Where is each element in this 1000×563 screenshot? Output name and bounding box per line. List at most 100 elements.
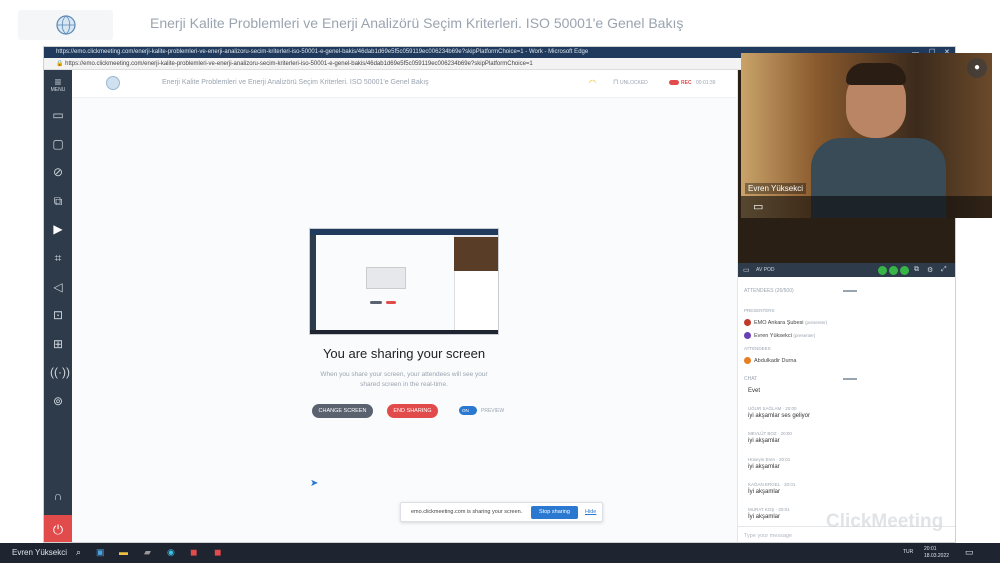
hide-link[interactable]: Hide [585,509,596,515]
monitor-icon[interactable]: ▢ [50,136,66,152]
share-notification-text: emo.clickmeeting.com is sharing your scr… [411,509,523,515]
keyboard-language[interactable]: TUR [903,549,913,555]
gear-icon[interactable]: ⚙ [927,266,933,274]
task-view-icon[interactable]: ▣ [96,547,105,558]
list-item[interactable]: EMO Ankara Şubesi (presenter) [744,319,827,326]
lock-status-label: UNLOCKED [620,80,648,86]
avatar [744,319,751,326]
chat-meta: MURAT KOŞ · 20:01 [748,507,790,512]
globe-icon [55,15,76,35]
presenters-label: PRESENTERS [744,308,775,313]
menu-label: MENU [50,87,66,93]
search-icon[interactable]: ⌕ [76,547,81,558]
webcam-name-label: Evren Yüksekci [745,183,806,194]
camera-icon[interactable]: ▭ [50,107,66,123]
list-item[interactable]: Evren Yüksekci (presenter) [744,332,815,339]
preview-toggle[interactable]: ON [459,406,477,415]
layout-icon[interactable]: ⧉ [914,266,919,274]
leave-power-icon[interactable]: ⏻ [44,515,72,542]
outer-page-title: Enerji Kalite Problemleri ve Enerji Anal… [150,15,684,31]
taskbar-clock[interactable]: 20:01 18.03.2022 [924,546,949,560]
left-toolbar: ≡ MENU ▭ ▢ ⊘ ⧉ ▶ ⌗ ◁ ⊡ ⊞ ((·)) ⊚ ∩ ⏻ [44,70,72,542]
headset-icon[interactable]: ∩ [50,488,66,504]
video-icon: ▭ [743,267,750,274]
collapse-handle[interactable] [843,290,857,292]
screen-share-icon[interactable]: ⧉ [50,193,66,209]
app-header: Enerji Kalite Problemleri ve Enerji Anal… [72,70,737,98]
edge-icon[interactable]: ◉ [167,547,175,558]
megaphone-icon[interactable]: ◁ [50,279,66,295]
event-logo [106,76,120,90]
presentation-stage: You are sharing your screen When you sha… [72,98,737,542]
powerpoint-icon[interactable]: ◼ [190,547,197,558]
preview-change-btn [370,301,382,304]
stop-sharing-button[interactable]: Stop sharing [531,506,578,519]
event-title: Enerji Kalite Problemleri ve Enerji Anal… [162,79,429,86]
clickmeeting-watermark: ClickMeeting [826,511,944,532]
screen-share-preview [309,228,499,335]
files-icon[interactable]: ⌗ [50,250,66,266]
person-hair [846,63,906,85]
list-item[interactable]: Abdulkadir Durna [744,357,797,364]
attendees-label: ATTENDEES [744,346,771,351]
notification-icon[interactable]: ▭ [965,547,974,558]
webcam-video: Evren Yüksekci ▭ [741,53,992,218]
expand-icon[interactable]: ⤢ [941,266,947,274]
chat-message: İyi akşamlar [748,489,781,495]
chat-message: Evet [748,388,761,394]
grid-icon[interactable]: ⊞ [50,336,66,352]
preview-nested-frame [366,267,406,289]
organization-logo [18,10,113,40]
pdf-icon[interactable]: ◼ [214,547,221,558]
preview-webcam [454,237,498,271]
lock-url-icon: 🔒 [56,61,66,67]
chat-placeholder: Type your message [744,533,792,539]
mouse-cursor-icon: ➤ [310,478,319,489]
microphone-icon[interactable]: ● [967,58,987,78]
video-camera-icon[interactable]: ▭ [753,200,763,213]
share-notification-bar: emo.clickmeeting.com is sharing your scr… [400,502,603,522]
av-pod-bar: ▭ AV POD ⧉ ⚙ ⤢ [738,263,955,277]
mic-on-icon[interactable] [889,266,898,275]
chat-header[interactable]: CHAT [744,376,757,382]
attendee-name: EMO Ankara Şubesi [754,319,804,326]
youtube-icon[interactable]: ▶ [50,221,66,237]
wifi-icon: ◠ [589,78,596,87]
windows-taskbar: Evren Yüksekci ⌕ ▣ ▬ ▰ ◉ ◼ ◼ TUR 20:01 1… [0,543,1000,563]
collapse-handle[interactable] [843,378,857,380]
taskbar-user-name: Evren Yüksekci [12,548,67,557]
chat-meta: UĞUR SAĞLAM · 20:00 [748,406,797,411]
phone-icon[interactable] [900,266,909,275]
file-explorer-icon[interactable]: ▬ [119,547,128,557]
chat-message: iyi akşamlar [748,464,780,470]
change-screen-button[interactable]: CHANGE SCREEN [312,404,373,418]
unlock-icon[interactable]: ⊓ [613,78,618,86]
chat-meta: KAĞAN ERGEL · 20:01 [748,482,796,487]
record-toggle[interactable] [669,80,679,85]
clock-time: 20:01 [924,546,937,552]
attendee-role: (presenter) [805,319,828,325]
broadcast-icon[interactable]: ((·)) [50,364,70,380]
preview-end-btn [386,301,396,304]
chat-message: İyi akşamlar [748,514,781,520]
window-title: https://emo.clickmeeting.com/enerji-kali… [56,49,589,55]
url-text: https://emo.clickmeeting.com/enerji-kali… [65,61,533,67]
preview-taskbar [310,330,498,334]
recording-timer: 00:01:39 [696,80,716,86]
rec-label: REC [681,80,692,86]
sharing-heading: You are sharing your screen [322,346,486,361]
whiteboard-icon[interactable]: ⊡ [50,307,66,323]
chat-message: iyi akşamlar [748,438,780,444]
antenna-icon[interactable]: ⊚ [50,393,66,409]
webcam-controls: ▭ [741,196,992,218]
attendee-name: Abdulkadir Durna [754,357,797,364]
attendees-header[interactable]: ATTENDEES (26/500) [744,288,794,294]
avatar [744,332,751,339]
end-sharing-button[interactable]: END SHARING [387,404,438,418]
preview-label: PREVIEW [481,408,505,414]
av-pod-label: AV POD [756,267,775,273]
attendee-name: Evren Yüksekci [754,332,792,339]
app-icon[interactable]: ▰ [144,547,151,558]
compass-icon[interactable]: ⊘ [50,164,66,180]
camera-on-icon[interactable] [878,266,887,275]
